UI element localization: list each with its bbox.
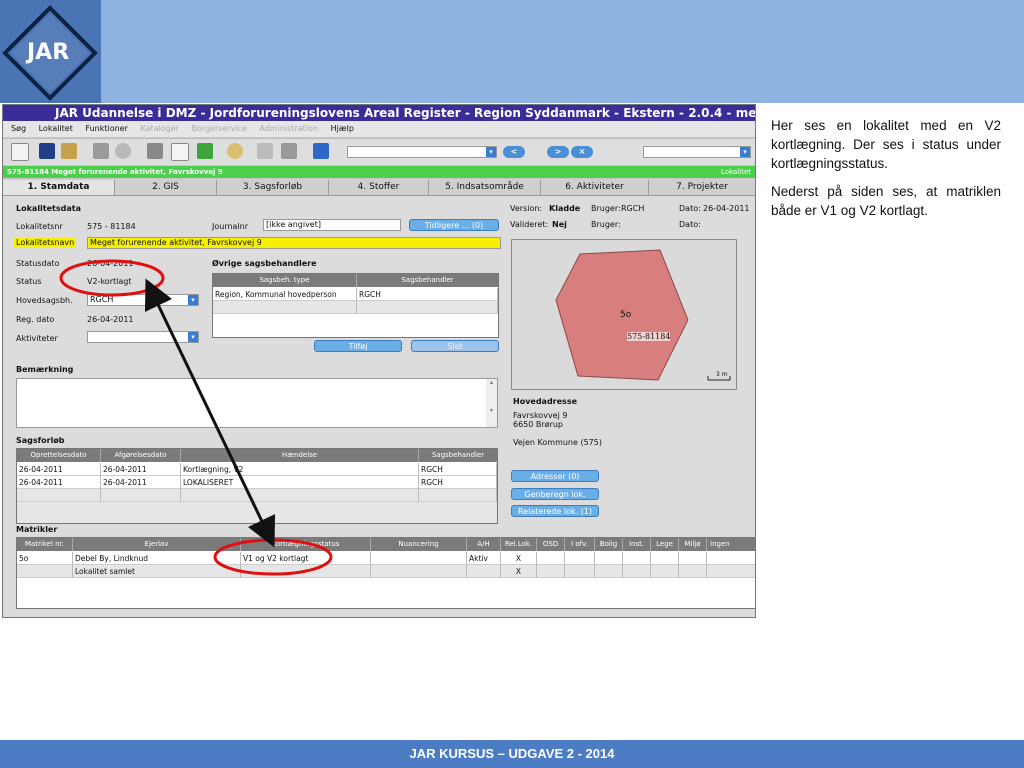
slide-paragraph-1: Her ses en lokalitet med en V2 kortlægni… [771, 118, 1001, 171]
kortlaegning-highlight-ellipse [213, 538, 333, 576]
slide-footer: JAR KURSUS – UDGAVE 2 - 2014 [0, 740, 1024, 768]
status-highlight-ellipse [59, 259, 165, 297]
slide-paragraph-2: Nederst på siden ses, at matriklen både … [771, 184, 1001, 218]
annotation-arrow [144, 278, 276, 548]
slide-description: Her ses en lokalitet med en V2 kortlægni… [771, 116, 1001, 229]
